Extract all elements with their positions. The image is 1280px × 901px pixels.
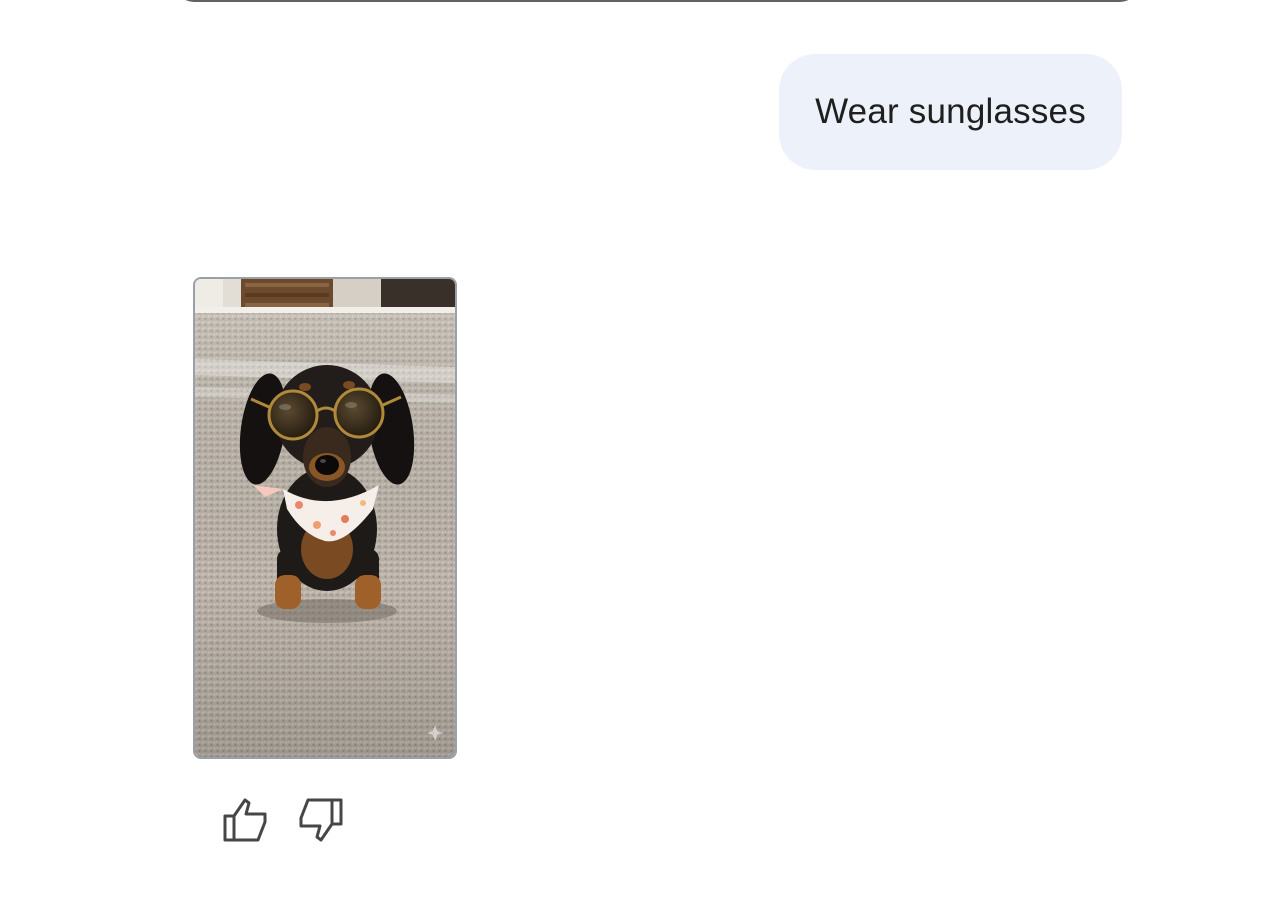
user-message-text: Wear sunglasses bbox=[815, 92, 1086, 131]
chat-page: Wear sunglasses bbox=[0, 0, 1280, 901]
input-container-edge bbox=[176, 0, 1138, 2]
thumbs-up-button[interactable] bbox=[218, 793, 272, 847]
generated-image[interactable] bbox=[193, 277, 457, 759]
thumbs-down-button[interactable] bbox=[294, 793, 348, 847]
thumbs-down-icon bbox=[299, 798, 343, 842]
thumbs-up-icon bbox=[223, 798, 267, 842]
feedback-bar bbox=[218, 793, 348, 847]
user-message-bubble: Wear sunglasses bbox=[779, 54, 1122, 170]
